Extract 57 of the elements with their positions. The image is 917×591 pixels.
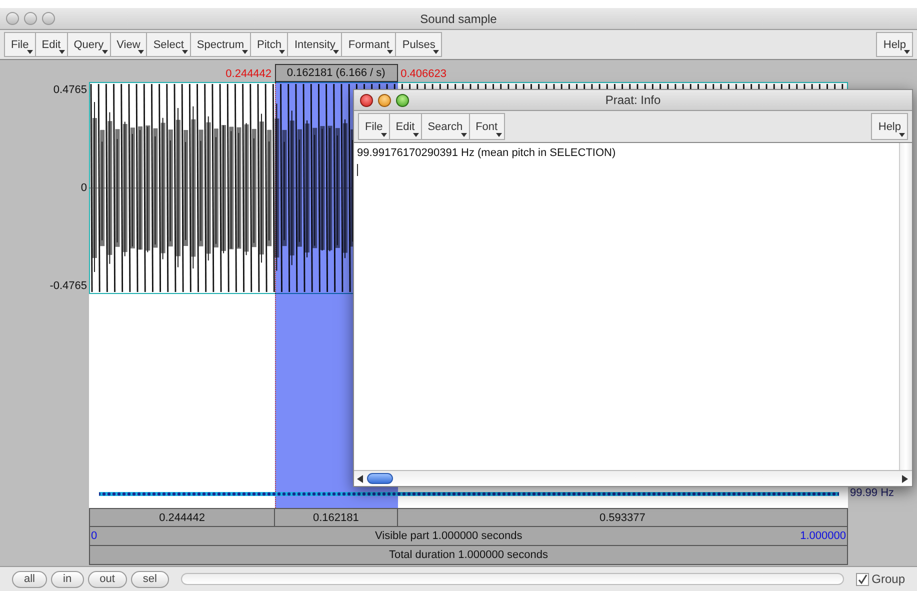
zoom-button[interactable] <box>396 94 409 107</box>
group-label: Group <box>872 571 905 588</box>
zoom-button[interactable]: all <box>12 570 48 588</box>
scroll-thumb[interactable] <box>367 473 393 484</box>
visible-start-time: 0 <box>91 528 98 544</box>
menu-button[interactable]: Search <box>422 113 470 140</box>
zoom-button[interactable]: out <box>88 570 127 588</box>
menu-button[interactable]: Select <box>147 32 191 57</box>
menu-button[interactable]: File <box>4 32 36 57</box>
window-title: Sound sample <box>420 10 497 28</box>
right-arrow-icon <box>902 474 909 482</box>
caret-icon <box>433 50 440 54</box>
menu-button[interactable]: Edit <box>36 32 68 57</box>
menu-button[interactable]: Query <box>68 32 111 57</box>
zoom-button[interactable]: sel <box>130 570 169 588</box>
caret-icon <box>899 133 905 137</box>
window-title: Praat: Info <box>605 92 661 109</box>
menu-button[interactable]: Pitch <box>250 32 288 57</box>
left-arrow-icon <box>357 474 364 482</box>
menu-button[interactable]: Spectrum <box>190 32 251 57</box>
caret-icon <box>496 133 502 137</box>
y-zero-label: 0 <box>80 181 87 196</box>
text-area[interactable]: 99.99176170290391 Hz (mean pitch in SELECTION) <box>354 143 912 470</box>
menu-button[interactable]: File <box>358 113 390 140</box>
help-button[interactable]: Help <box>876 32 913 57</box>
zoom-button[interactable]: in <box>51 570 84 588</box>
info-text: 99.99176170290391 Hz (mean pitch in SELECTION) <box>356 146 617 161</box>
y-max-label: 0.4765 <box>53 83 87 98</box>
duration-segment[interactable]: 0.244442 <box>90 509 276 526</box>
scrollbar-track[interactable] <box>180 573 844 585</box>
close-button[interactable] <box>360 94 373 107</box>
visible-part-bar[interactable]: 0 Visible part 1.000000 seconds 1.000000 <box>89 527 848 546</box>
selection-start-time: 0.244442 <box>226 67 272 82</box>
caret-icon <box>904 50 910 54</box>
minimize-button[interactable] <box>24 12 37 25</box>
pitch-reading: 99.99 Hz <box>850 486 894 501</box>
text-cursor <box>357 164 358 176</box>
zoom-button[interactable] <box>42 12 55 25</box>
menu-button[interactable]: Pulses <box>396 32 442 57</box>
y-min-label: -0.4765 <box>50 279 87 294</box>
menu-button[interactable]: Intensity <box>288 32 342 57</box>
group-checkbox[interactable] <box>856 572 869 586</box>
vertical-scrollbar[interactable] <box>899 143 912 470</box>
visible-part-label: Visible part 1.000000 seconds <box>375 528 522 544</box>
selection-length-label: 0.162181 (6.166 / s) <box>274 64 398 82</box>
selection-end-time: 0.406623 <box>400 67 447 82</box>
menu-button[interactable]: Formant <box>342 32 396 57</box>
menu-button[interactable]: View <box>110 32 148 57</box>
duration-segment[interactable]: 0.593377 <box>398 509 847 526</box>
menu-button[interactable]: Font <box>470 113 505 140</box>
total-duration-bar[interactable]: Total duration 1.000000 seconds <box>89 546 848 565</box>
help-button[interactable]: Help <box>871 113 908 140</box>
minimize-button[interactable] <box>378 94 391 107</box>
visible-end-time: 1.000000 <box>800 528 846 544</box>
menu-button[interactable]: Edit <box>390 113 422 140</box>
horizontal-scrollbar[interactable] <box>354 470 912 486</box>
duration-segment[interactable]: 0.162181 <box>275 509 398 526</box>
